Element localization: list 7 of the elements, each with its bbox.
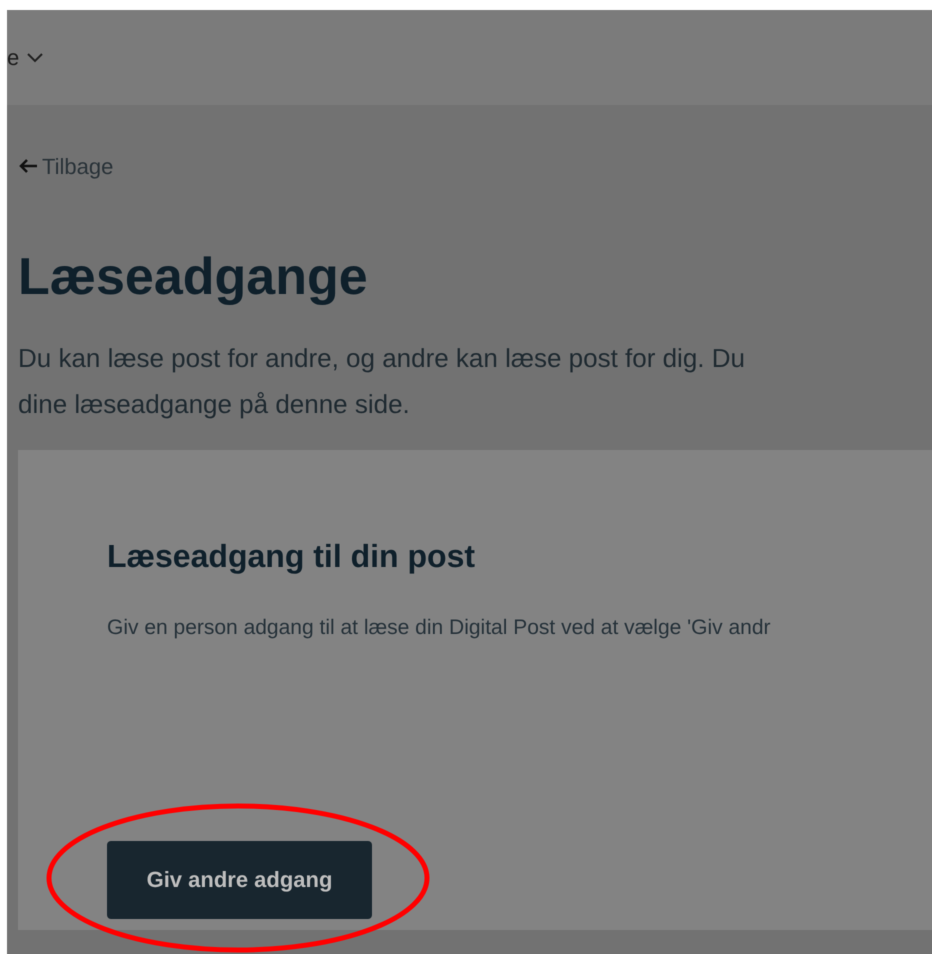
card-title: Læseadgang til din post <box>107 537 476 576</box>
give-access-button[interactable]: Giv andre adgang <box>107 840 372 918</box>
intro-paragraph: Du kan læse post for andre, og andre kan læse post for dig. Du dine læseadgange på denne side. <box>18 342 746 421</box>
menu-button[interactable]: e <box>7 41 44 74</box>
back-link[interactable]: Tilbage <box>18 151 932 181</box>
page-title: Læseadgange <box>18 247 369 308</box>
card-text: Giv en person adgang til at læse din Digital Post ved at vælge 'Giv andr <box>107 615 772 641</box>
